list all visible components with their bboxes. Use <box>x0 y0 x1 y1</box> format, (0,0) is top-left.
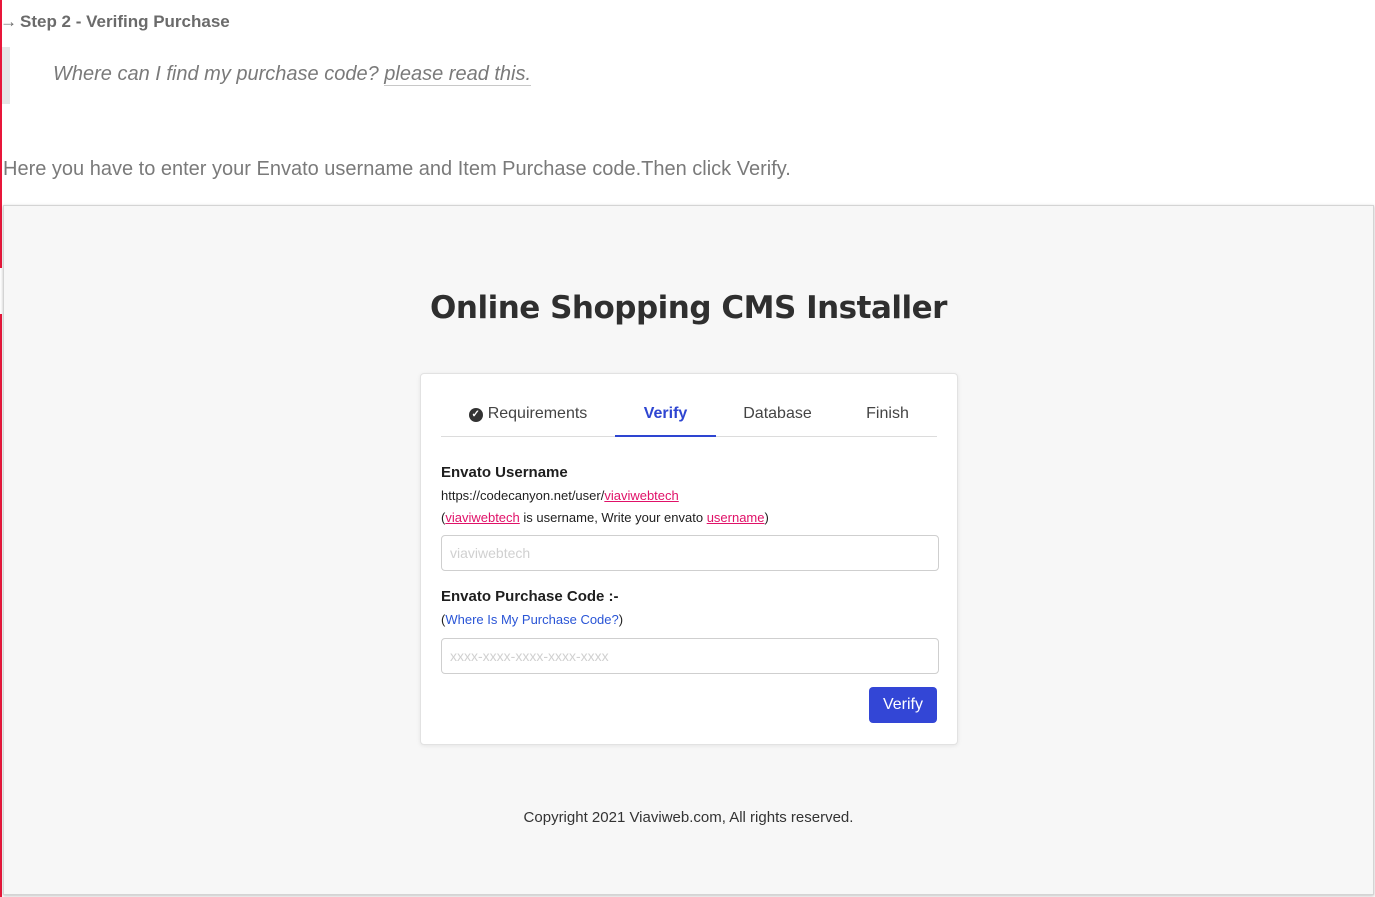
arrow-icon: → <box>0 12 17 31</box>
username-hint-close: ) <box>764 510 769 525</box>
purchase-code-input[interactable] <box>441 638 939 674</box>
purchase-code-hint: (Where Is My Purchase Code?) <box>441 612 623 627</box>
step-heading-text: Step 2 - Verifing Purchase <box>20 12 230 31</box>
page-edge-gap <box>0 268 2 314</box>
quote-question: Where can I find my purchase code? <box>53 63 379 85</box>
purchase-code-label: Envato Purchase Code :- <box>441 588 619 605</box>
username-hint: (viaviwebtech is username, Write your en… <box>441 510 769 525</box>
username-hint-middle: is username, Write your envato <box>519 510 707 525</box>
tab-finish[interactable]: Finish <box>837 392 938 435</box>
username-url-prefix: https://codecanyon.net/user/ <box>441 488 605 503</box>
read-this-link[interactable]: please read this. <box>384 63 532 86</box>
quote-text: Where can I find my purchase code? pleas… <box>53 63 532 86</box>
tab-database[interactable]: Database <box>727 392 828 435</box>
username-input[interactable] <box>441 535 939 571</box>
tab-requirements-label: Requirements <box>487 405 588 422</box>
step-heading: → Step 2 - Verifing Purchase <box>0 12 230 32</box>
username-hint-link[interactable]: username <box>707 510 765 525</box>
installer-card: ✓ Requirements Verify Database Finish Env… <box>420 373 958 745</box>
tab-requirements[interactable]: ✓ Requirements <box>441 392 615 435</box>
wizard-tabs: ✓ Requirements Verify Database Finish <box>441 392 937 437</box>
tab-verify[interactable]: Verify <box>615 392 716 437</box>
installer-title: Online Shopping CMS Installer <box>430 290 947 326</box>
where-is-purchase-code-link[interactable]: Where Is My Purchase Code? <box>445 612 618 627</box>
verify-button[interactable]: Verify <box>869 687 937 723</box>
page-edge-accent <box>0 0 2 897</box>
check-circle-icon: ✓ <box>468 408 483 422</box>
purchase-code-hint-close: ) <box>618 612 624 627</box>
installer-screenshot: Online Shopping CMS Installer ✓ Requireme… <box>3 205 1374 895</box>
username-url-link[interactable]: viaviwebtech <box>604 488 678 503</box>
username-url: https://codecanyon.net/user/viaviwebtech <box>441 488 679 503</box>
copyright-text: Copyright 2021 Viaviweb.com, All rights … <box>523 809 854 826</box>
intro-paragraph: Here you have to enter your Envato usern… <box>3 158 791 180</box>
blockquote: Where can I find my purchase code? pleas… <box>2 47 710 104</box>
username-label: Envato Username <box>441 464 568 481</box>
username-hint-user-link[interactable]: viaviwebtech <box>445 510 519 525</box>
